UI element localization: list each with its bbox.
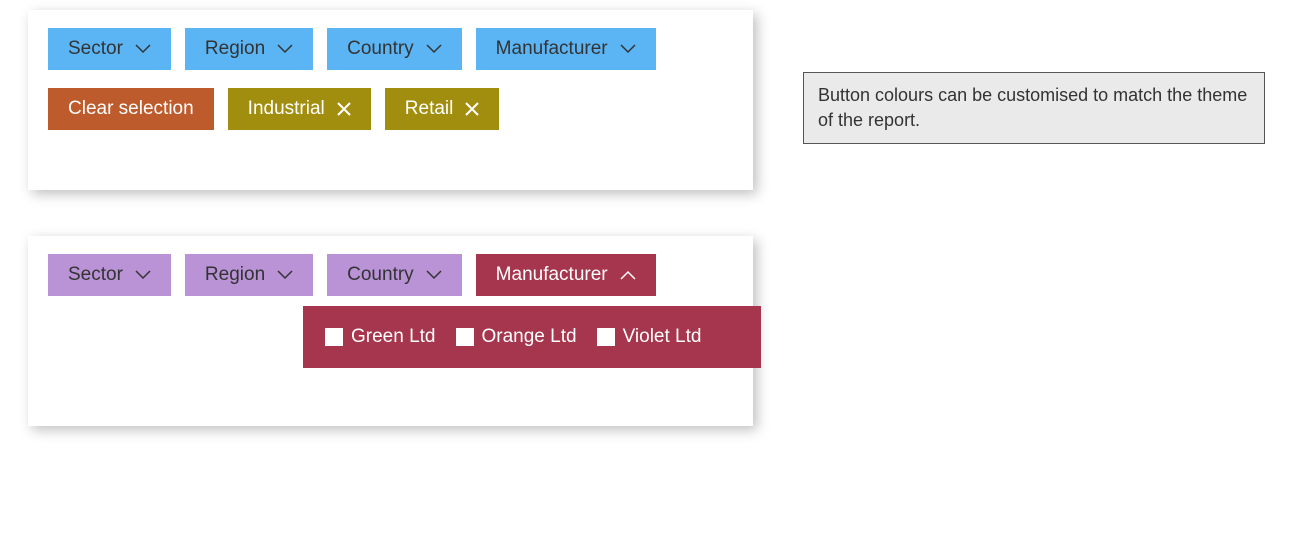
- chevron-up-icon: [620, 270, 636, 280]
- manufacturer-label: Manufacturer: [496, 264, 608, 286]
- manufacturer-dropdown-button-open[interactable]: Manufacturer: [476, 254, 656, 296]
- manufacturer-dropdown-button[interactable]: Manufacturer: [476, 28, 656, 70]
- filter-row: Sector Region Country Manufacturer: [48, 28, 733, 70]
- selection-row: Clear selection Industrial Retail: [48, 88, 733, 130]
- manufacturer-label: Manufacturer: [496, 38, 608, 60]
- info-note: Button colours can be customised to matc…: [803, 72, 1265, 144]
- region-dropdown-button[interactable]: Region: [185, 254, 313, 296]
- close-icon[interactable]: [337, 102, 351, 116]
- chevron-down-icon: [426, 270, 442, 280]
- chevron-down-icon: [277, 44, 293, 54]
- sector-dropdown-button[interactable]: Sector: [48, 254, 171, 296]
- chevron-down-icon: [277, 270, 293, 280]
- country-dropdown-button[interactable]: Country: [327, 254, 462, 296]
- chip-retail-label: Retail: [405, 98, 454, 120]
- sector-label: Sector: [68, 38, 123, 60]
- checkbox-icon[interactable]: [456, 328, 474, 346]
- option-label: Green Ltd: [351, 326, 436, 348]
- filter-panel-purple: Sector Region Country Manufacturer: [28, 236, 753, 426]
- clear-selection-button[interactable]: Clear selection: [48, 88, 214, 130]
- info-note-text: Button colours can be customised to matc…: [818, 85, 1247, 130]
- clear-selection-label: Clear selection: [68, 98, 194, 120]
- country-label: Country: [347, 264, 414, 286]
- filter-panel-blue: Sector Region Country Manufacturer Cle: [28, 10, 753, 190]
- region-label: Region: [205, 264, 265, 286]
- close-icon[interactable]: [465, 102, 479, 116]
- chevron-down-icon: [620, 44, 636, 54]
- manufacturer-dropdown-pane: Green Ltd Orange Ltd Violet Ltd: [303, 306, 761, 368]
- region-dropdown-button[interactable]: Region: [185, 28, 313, 70]
- chip-retail[interactable]: Retail: [385, 88, 500, 130]
- option-violet-ltd[interactable]: Violet Ltd: [597, 326, 702, 348]
- checkbox-icon[interactable]: [597, 328, 615, 346]
- country-label: Country: [347, 38, 414, 60]
- sector-dropdown-button[interactable]: Sector: [48, 28, 171, 70]
- chip-industrial-label: Industrial: [248, 98, 325, 120]
- option-green-ltd[interactable]: Green Ltd: [325, 326, 436, 348]
- sector-label: Sector: [68, 264, 123, 286]
- chip-industrial[interactable]: Industrial: [228, 88, 371, 130]
- option-label: Orange Ltd: [482, 326, 577, 348]
- region-label: Region: [205, 38, 265, 60]
- chevron-down-icon: [426, 44, 442, 54]
- option-label: Violet Ltd: [623, 326, 702, 348]
- checkbox-icon[interactable]: [325, 328, 343, 346]
- option-orange-ltd[interactable]: Orange Ltd: [456, 326, 577, 348]
- chevron-down-icon: [135, 270, 151, 280]
- filter-row: Sector Region Country Manufacturer: [48, 254, 733, 296]
- country-dropdown-button[interactable]: Country: [327, 28, 462, 70]
- chevron-down-icon: [135, 44, 151, 54]
